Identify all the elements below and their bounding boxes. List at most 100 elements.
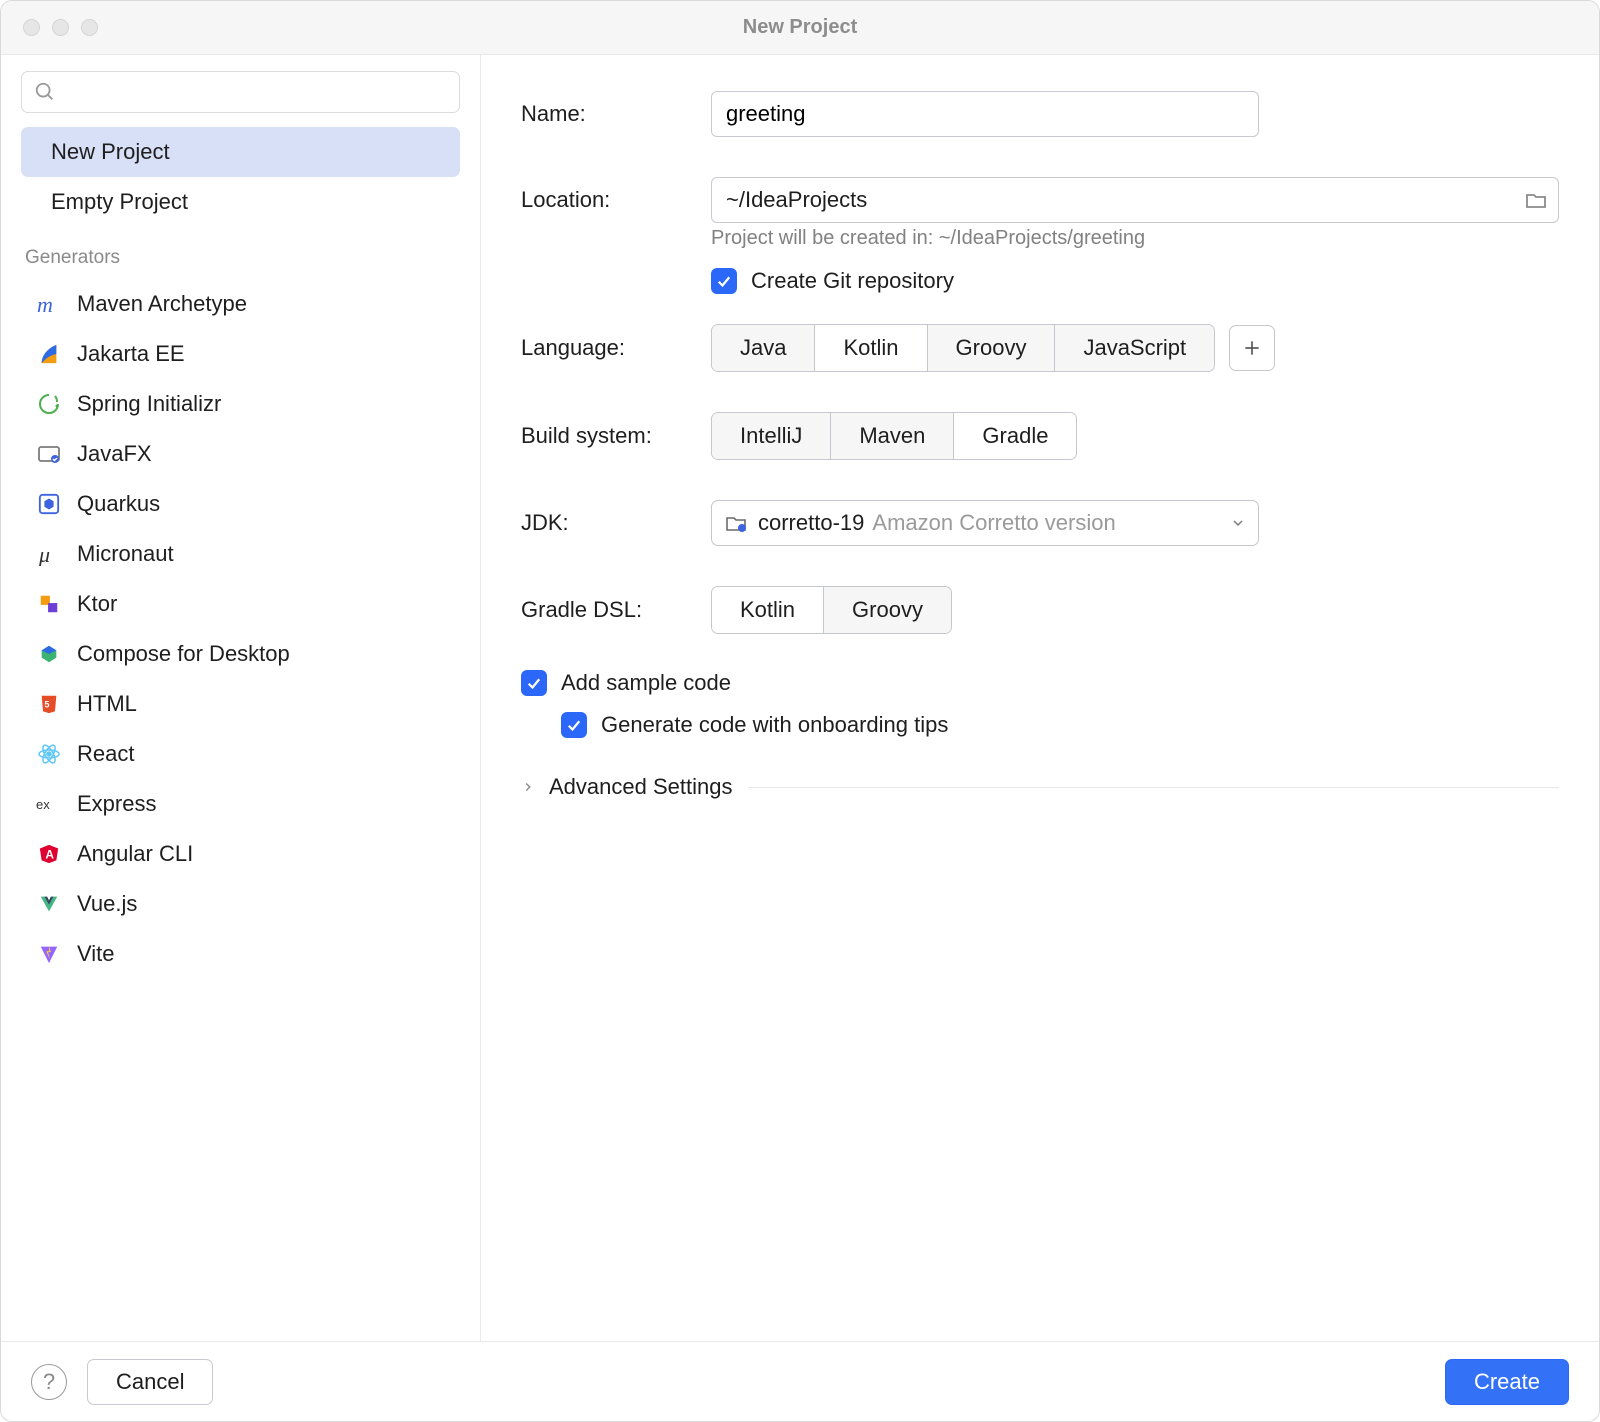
jdk-folder-icon bbox=[724, 511, 748, 535]
location-field[interactable]: ~/IdeaProjects bbox=[711, 177, 1559, 223]
chevron-down-icon bbox=[1230, 515, 1246, 531]
maven-icon: m bbox=[35, 292, 63, 316]
javafx-icon bbox=[35, 442, 63, 466]
build-gradle[interactable]: Gradle bbox=[954, 413, 1076, 459]
sidebar-item-label: JavaFX bbox=[77, 441, 152, 467]
sidebar-item-label: Compose for Desktop bbox=[77, 641, 290, 667]
language-label: Language: bbox=[521, 335, 711, 361]
sidebar-item-label: HTML bbox=[77, 691, 137, 717]
react-icon bbox=[35, 742, 63, 766]
onboarding-tips-checkbox[interactable] bbox=[561, 712, 587, 738]
sidebar-item-label: New Project bbox=[51, 139, 170, 165]
sample-code-label: Add sample code bbox=[561, 670, 731, 696]
name-label: Name: bbox=[521, 101, 711, 127]
advanced-settings-toggle[interactable]: Advanced Settings bbox=[521, 768, 1559, 800]
location-hint: Project will be created in: ~/IdeaProjec… bbox=[711, 227, 1559, 250]
sidebar-item-label: Vite bbox=[77, 941, 115, 967]
sidebar-item-label: React bbox=[77, 741, 134, 767]
sidebar-item-angular-cli[interactable]: A Angular CLI bbox=[21, 829, 460, 879]
dsl-groovy[interactable]: Groovy bbox=[824, 587, 951, 633]
compose-icon bbox=[35, 643, 63, 665]
git-label: Create Git repository bbox=[751, 268, 954, 294]
git-checkbox[interactable] bbox=[711, 268, 737, 294]
lang-groovy[interactable]: Groovy bbox=[928, 325, 1056, 371]
build-system-selector: IntelliJ Maven Gradle bbox=[711, 412, 1077, 460]
sidebar-item-label: Spring Initializr bbox=[77, 391, 221, 417]
angular-icon: A bbox=[35, 843, 63, 865]
sidebar-item-label: Quarkus bbox=[77, 491, 160, 517]
search-icon bbox=[34, 81, 56, 103]
sidebar-item-micronaut[interactable]: μ Micronaut bbox=[21, 529, 460, 579]
express-icon: ex bbox=[35, 793, 63, 815]
dsl-kotlin[interactable]: Kotlin bbox=[712, 587, 824, 633]
sidebar-item-label: Maven Archetype bbox=[77, 291, 247, 317]
sidebar-item-react[interactable]: React bbox=[21, 729, 460, 779]
sidebar-item-label: Vue.js bbox=[77, 891, 137, 917]
sidebar: New Project Empty Project Generators m M… bbox=[1, 55, 481, 1341]
browse-folder-icon[interactable] bbox=[1524, 188, 1548, 212]
sidebar-item-label: Express bbox=[77, 791, 156, 817]
sample-code-checkbox[interactable] bbox=[521, 670, 547, 696]
dialog-title: New Project bbox=[1, 16, 1599, 39]
gradle-dsl-selector: Kotlin Groovy bbox=[711, 586, 952, 634]
sidebar-item-label: Empty Project bbox=[51, 189, 188, 215]
sidebar-item-new-project[interactable]: New Project bbox=[21, 127, 460, 177]
lang-javascript[interactable]: JavaScript bbox=[1055, 325, 1214, 371]
sidebar-item-label: Micronaut bbox=[77, 541, 174, 567]
sidebar-item-ktor[interactable]: Ktor bbox=[21, 579, 460, 629]
sidebar-item-label: Ktor bbox=[77, 591, 117, 617]
quarkus-icon bbox=[35, 493, 63, 515]
sidebar-item-html[interactable]: 5 HTML bbox=[21, 679, 460, 729]
build-system-label: Build system: bbox=[521, 423, 711, 449]
sidebar-item-jakarta-ee[interactable]: Jakarta EE bbox=[21, 329, 460, 379]
chevron-right-icon bbox=[521, 780, 535, 794]
build-maven[interactable]: Maven bbox=[831, 413, 954, 459]
lang-java[interactable]: Java bbox=[712, 325, 815, 371]
vue-icon bbox=[35, 893, 63, 915]
sidebar-item-express[interactable]: ex Express bbox=[21, 779, 460, 829]
ktor-icon bbox=[35, 593, 63, 615]
dialog-footer: ? Cancel Create bbox=[1, 1341, 1599, 1421]
jdk-label: JDK: bbox=[521, 510, 711, 536]
create-button[interactable]: Create bbox=[1445, 1359, 1569, 1405]
svg-text:ex: ex bbox=[36, 797, 50, 812]
form-panel: Name: Location: ~/IdeaProjects Project w… bbox=[481, 55, 1599, 1341]
name-field[interactable] bbox=[711, 91, 1259, 137]
svg-text:m: m bbox=[37, 292, 53, 316]
add-language-button[interactable] bbox=[1229, 325, 1275, 371]
lang-kotlin[interactable]: Kotlin bbox=[815, 325, 927, 371]
micronaut-icon: μ bbox=[35, 542, 63, 566]
advanced-settings-label: Advanced Settings bbox=[549, 774, 732, 800]
svg-text:μ: μ bbox=[38, 542, 50, 566]
sidebar-item-vuejs[interactable]: Vue.js bbox=[21, 879, 460, 929]
search-input[interactable] bbox=[21, 71, 460, 113]
html-icon: 5 bbox=[35, 693, 63, 715]
location-value: ~/IdeaProjects bbox=[726, 187, 867, 213]
sidebar-item-spring-initializr[interactable]: Spring Initializr bbox=[21, 379, 460, 429]
divider bbox=[748, 787, 1559, 788]
svg-text:A: A bbox=[45, 848, 54, 862]
sidebar-item-maven-archetype[interactable]: m Maven Archetype bbox=[21, 279, 460, 329]
titlebar: New Project bbox=[1, 1, 1599, 55]
sidebar-section-generators: Generators bbox=[21, 227, 460, 279]
build-intellij[interactable]: IntelliJ bbox=[712, 413, 831, 459]
sidebar-item-javafx[interactable]: JavaFX bbox=[21, 429, 460, 479]
vite-icon bbox=[35, 943, 63, 965]
location-label: Location: bbox=[521, 187, 711, 213]
cancel-button[interactable]: Cancel bbox=[87, 1359, 213, 1405]
help-button[interactable]: ? bbox=[31, 1364, 67, 1400]
sidebar-item-quarkus[interactable]: Quarkus bbox=[21, 479, 460, 529]
sidebar-item-compose-desktop[interactable]: Compose for Desktop bbox=[21, 629, 460, 679]
dialog-body: New Project Empty Project Generators m M… bbox=[1, 55, 1599, 1341]
jdk-desc: Amazon Corretto version bbox=[872, 510, 1222, 536]
svg-text:5: 5 bbox=[44, 700, 49, 710]
jdk-selector[interactable]: corretto-19 Amazon Corretto version bbox=[711, 500, 1259, 546]
sidebar-item-label: Angular CLI bbox=[77, 841, 193, 867]
gradle-dsl-label: Gradle DSL: bbox=[521, 597, 711, 623]
jdk-name: corretto-19 bbox=[758, 510, 864, 536]
sidebar-item-label: Jakarta EE bbox=[77, 341, 185, 367]
sidebar-item-vite[interactable]: Vite bbox=[21, 929, 460, 979]
sidebar-item-empty-project[interactable]: Empty Project bbox=[21, 177, 460, 227]
language-selector: Java Kotlin Groovy JavaScript bbox=[711, 324, 1215, 372]
new-project-dialog: New Project New Project Empty Project Ge… bbox=[0, 0, 1600, 1422]
